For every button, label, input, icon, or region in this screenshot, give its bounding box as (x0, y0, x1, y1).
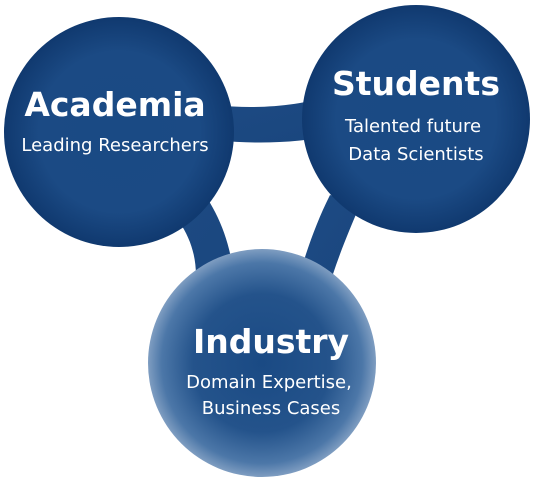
network-diagram: Academia Leading Researchers Students Ta… (4, 5, 530, 477)
academia-node (4, 17, 234, 247)
students-title: Students (332, 64, 500, 103)
academia-subtitle: Leading Researchers (21, 135, 208, 156)
industry-subtitle-line-2: Business Cases (202, 398, 341, 419)
students-subtitle-line-1: Talented future (344, 116, 481, 137)
industry-title: Industry (193, 322, 349, 361)
academia-title: Academia (24, 85, 205, 124)
industry-subtitle-line-1: Domain Expertise, (186, 372, 352, 393)
students-subtitle-line-2: Data Scientists (348, 144, 483, 165)
industry-node (148, 249, 376, 477)
